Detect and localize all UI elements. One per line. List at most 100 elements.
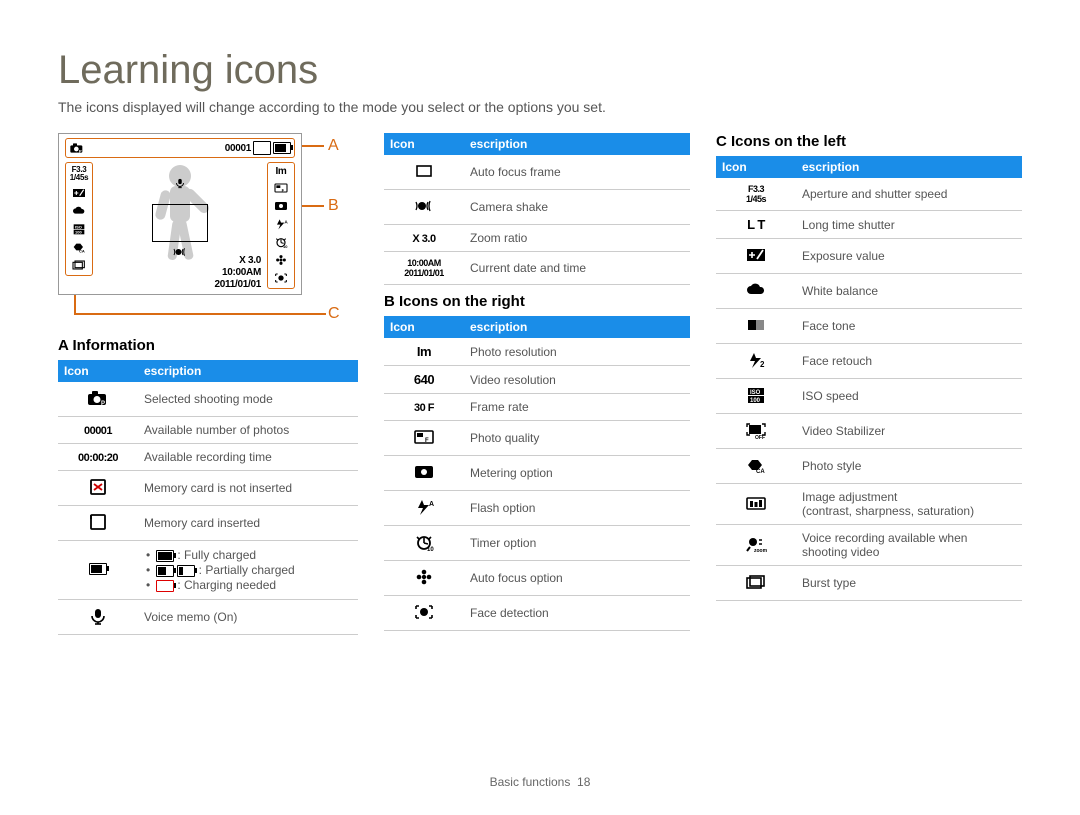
table-row: 640Video resolution xyxy=(384,366,690,394)
table-row: Face tone xyxy=(716,309,1022,344)
lcd-screen: 00001 F3.31/45s xyxy=(58,133,302,295)
lcd-photo-count: 00001 xyxy=(225,143,251,154)
cloud-icon xyxy=(71,204,87,218)
table-row: F3.31/45sAperture and shutter speed xyxy=(716,178,1022,211)
table-row: 10:00AM2011/01/01Current date and time xyxy=(384,252,690,285)
lcd-bottom-text: X 3.0 10:00AM 2011/01/01 xyxy=(215,255,262,291)
table-row: 30 FFrame rate xyxy=(384,394,690,421)
table-row: 00001Available number of photos xyxy=(58,417,358,444)
icon-cell xyxy=(58,471,138,506)
icon-cell xyxy=(716,379,796,414)
face-icon xyxy=(273,271,289,285)
page-footer: Basic functions 18 xyxy=(0,775,1080,789)
table-row: : Fully charged : Partially charged : Ch… xyxy=(58,541,358,600)
icon-cell xyxy=(716,566,796,601)
col-right: C Icons on the left Iconescription F3.31… xyxy=(716,133,1022,635)
desc-cell: Camera shake xyxy=(464,190,690,225)
callout-c: C xyxy=(328,305,340,323)
table-row: Auto focus option xyxy=(384,561,690,596)
icon-cell xyxy=(716,449,796,484)
section-a-heading: A Information xyxy=(58,337,358,354)
desc-cell: Memory card inserted xyxy=(138,506,358,541)
table-row: Selected shooting mode xyxy=(58,382,358,417)
table-b: Iconescription ImPhoto resolution640Vide… xyxy=(384,316,690,631)
camera-mode-icon xyxy=(69,141,85,155)
card-icon xyxy=(253,141,271,155)
icon-cell xyxy=(716,274,796,309)
th-desc: escription xyxy=(464,316,690,338)
section-c-heading: C Icons on the left xyxy=(716,133,1022,150)
icon-cell xyxy=(716,344,796,379)
callout-line xyxy=(74,295,76,313)
icon-cell: 00:00:20 xyxy=(58,444,138,471)
icon-cell xyxy=(384,421,464,456)
table-b-top: Iconescription Auto focus frameCamera sh… xyxy=(384,133,690,285)
desc-cell: Long time shutter xyxy=(796,211,1022,239)
icon-cell xyxy=(384,456,464,491)
col-left: 00001 F3.31/45s xyxy=(58,133,358,635)
table-a: Iconescription Selected shooting mode000… xyxy=(58,360,358,635)
flash-icon xyxy=(273,217,289,231)
desc-cell: Photo resolution xyxy=(464,338,690,366)
desc-cell: White balance xyxy=(796,274,1022,309)
callout-line xyxy=(74,313,326,315)
icon-cell xyxy=(716,525,796,566)
desc-cell: Face detection xyxy=(464,596,690,631)
icon-cell: 10:00AM2011/01/01 xyxy=(384,252,464,285)
lcd-left-stack: F3.31/45s xyxy=(65,162,93,276)
icon-cell xyxy=(716,414,796,449)
icon-cell: 30 F xyxy=(384,394,464,421)
th-icon: Icon xyxy=(716,156,796,178)
table-row: Camera shake xyxy=(384,190,690,225)
desc-cell: Flash option xyxy=(464,491,690,526)
mic-icon xyxy=(173,176,187,190)
icon-cell: Im xyxy=(384,338,464,366)
table-row: Auto focus frame xyxy=(384,155,690,190)
table-row: Exposure value xyxy=(716,239,1022,274)
page: Learning icons The icons displayed will … xyxy=(0,0,1080,815)
desc-cell: : Fully charged : Partially charged : Ch… xyxy=(138,541,358,600)
desc-cell: Selected shooting mode xyxy=(138,382,358,417)
table-row: Face retouch xyxy=(716,344,1022,379)
table-row: ISO speed xyxy=(716,379,1022,414)
icon-cell: 640 xyxy=(384,366,464,394)
table-c: Iconescription F3.31/45sAperture and shu… xyxy=(716,156,1022,601)
desc-cell: Burst type xyxy=(796,566,1022,601)
icon-cell xyxy=(716,309,796,344)
table-row: L TLong time shutter xyxy=(716,211,1022,239)
af-frame-icon xyxy=(152,204,208,242)
th-desc: escription xyxy=(138,360,358,382)
icon-cell xyxy=(58,600,138,635)
icon-cell xyxy=(384,190,464,225)
table-row: Voice memo (On) xyxy=(58,600,358,635)
desc-cell: Voice recording available when shooting … xyxy=(796,525,1022,566)
table-row: Face detection xyxy=(384,596,690,631)
icon-cell xyxy=(716,239,796,274)
th-desc: escription xyxy=(464,133,690,155)
columns: 00001 F3.31/45s xyxy=(58,133,1022,635)
th-icon: Icon xyxy=(384,316,464,338)
flower-icon xyxy=(273,253,289,267)
timer-icon xyxy=(273,235,289,249)
icon-cell xyxy=(58,506,138,541)
burst-icon xyxy=(71,258,87,272)
callout-line xyxy=(302,205,324,207)
section-b-heading: B Icons on the right xyxy=(384,293,690,310)
table-row: Timer option xyxy=(384,526,690,561)
desc-cell: Image adjustment(contrast, sharpness, sa… xyxy=(796,484,1022,525)
lcd-status-bar: 00001 xyxy=(65,138,295,158)
table-row: ImPhoto resolution xyxy=(384,338,690,366)
quality-icon xyxy=(273,181,289,195)
desc-cell: Video Stabilizer xyxy=(796,414,1022,449)
desc-cell: Exposure value xyxy=(796,239,1022,274)
desc-cell: Metering option xyxy=(464,456,690,491)
desc-cell: Available recording time xyxy=(138,444,358,471)
table-row: Memory card is not inserted xyxy=(58,471,358,506)
icon-cell: X 3.0 xyxy=(384,225,464,252)
table-header-row: Iconescription xyxy=(384,133,690,155)
table-row: Voice recording available when shooting … xyxy=(716,525,1022,566)
shake-icon xyxy=(171,244,189,260)
table-row: Photo style xyxy=(716,449,1022,484)
desc-cell: Zoom ratio xyxy=(464,225,690,252)
table-row: White balance xyxy=(716,274,1022,309)
